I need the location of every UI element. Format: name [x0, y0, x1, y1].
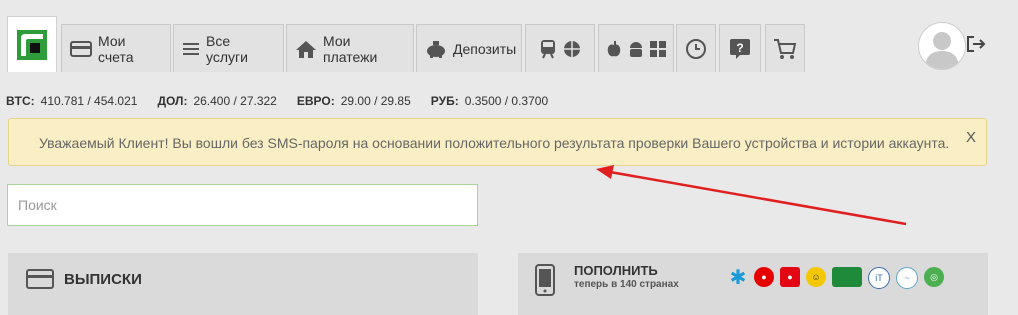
- search-input[interactable]: [7, 184, 478, 226]
- card-icon: [70, 40, 92, 57]
- login-alert: Уважаемый Клиент! Вы вошли без SMS-парол…: [8, 118, 987, 166]
- rate-code: РУБ:: [430, 94, 459, 108]
- statements-title: ВЫПИСКИ: [64, 271, 142, 288]
- tab-help[interactable]: ?: [719, 24, 761, 72]
- tab-all-services-label: Все услуги: [206, 32, 248, 65]
- tab-mobile-apps[interactable]: [598, 24, 674, 72]
- topup-panel[interactable]: ПОПОЛНИТЬ теперь в 140 странах ✱ ● ● ☺ i…: [518, 253, 988, 315]
- peoplenet-icon[interactable]: ~: [896, 267, 918, 289]
- rate-code: BTC:: [6, 94, 35, 108]
- apple-icon: [607, 40, 621, 56]
- user-silhouette-icon: [925, 32, 959, 69]
- logout-icon: [967, 36, 986, 52]
- rate-value: 26.400 / 27.322: [193, 94, 277, 108]
- alert-message: Уважаемый Клиент! Вы вошли без SMS-парол…: [39, 135, 950, 151]
- tab-my-accounts[interactable]: Мои счета: [61, 24, 171, 72]
- android-icon: [630, 41, 642, 57]
- rate-code: ЕВРО:: [296, 94, 335, 108]
- utel-icon[interactable]: iT: [868, 267, 890, 289]
- svg-text:?: ?: [736, 41, 743, 55]
- train-icon: [541, 39, 555, 58]
- globe-icon[interactable]: ◎: [924, 267, 944, 287]
- mts-icon[interactable]: ●: [780, 267, 800, 287]
- tab-history[interactable]: [676, 24, 716, 72]
- operator-list: ✱ ● ● ☺ iT ~ ◎: [728, 267, 944, 289]
- exchange-rates: BTC: 410.781 / 454.021 ДОЛ: 26.400 / 27.…: [6, 94, 568, 108]
- topup-subtitle: теперь в 140 странах: [574, 279, 679, 290]
- tab-my-accounts-label: Мои счета: [98, 32, 134, 65]
- card-icon: [26, 269, 54, 289]
- privatbank-logo-icon: [17, 29, 47, 60]
- user-avatar[interactable]: [918, 22, 966, 70]
- topup-title: ПОПОЛНИТЬ: [574, 263, 658, 278]
- kyivstar-icon[interactable]: ✱: [728, 267, 748, 289]
- tab-my-payments-label: Мои платежи: [323, 32, 378, 65]
- history-icon: [686, 38, 706, 59]
- piggy-bank-icon: [427, 40, 445, 58]
- globe-icon: [564, 40, 580, 57]
- home-icon: [296, 40, 316, 58]
- statements-panel[interactable]: ВЫПИСКИ: [8, 253, 478, 315]
- rate-value: 0.3500 / 0.3700: [464, 94, 549, 108]
- privatbank-logo-tab[interactable]: [7, 16, 57, 72]
- lifecell-icon[interactable]: ☺: [806, 267, 826, 287]
- tab-deposits-label: Депозиты: [453, 40, 517, 57]
- vodafone-icon[interactable]: ●: [754, 267, 774, 287]
- rate-value: 29.00 / 29.85: [340, 94, 411, 108]
- tab-deposits[interactable]: Депозиты: [416, 24, 522, 72]
- tab-my-payments[interactable]: Мои платежи: [286, 24, 414, 72]
- list-icon: [183, 42, 199, 55]
- rate-code: ДОЛ:: [157, 94, 188, 108]
- rate-value: 410.781 / 454.021: [40, 94, 138, 108]
- logout-button[interactable]: [966, 34, 986, 59]
- tab-all-services[interactable]: Все услуги: [173, 24, 284, 72]
- top-navigation: Мои счета Все услуги Мои платежи Депозит…: [0, 0, 1018, 72]
- cart-icon: [774, 38, 797, 59]
- tab-travel[interactable]: [525, 24, 595, 72]
- intertelecom-icon[interactable]: [832, 267, 862, 287]
- alert-close-button[interactable]: X: [966, 129, 976, 146]
- help-icon: ?: [730, 38, 750, 59]
- phone-icon: [535, 264, 555, 296]
- tab-cart[interactable]: [765, 24, 805, 72]
- windows-icon: [650, 40, 666, 57]
